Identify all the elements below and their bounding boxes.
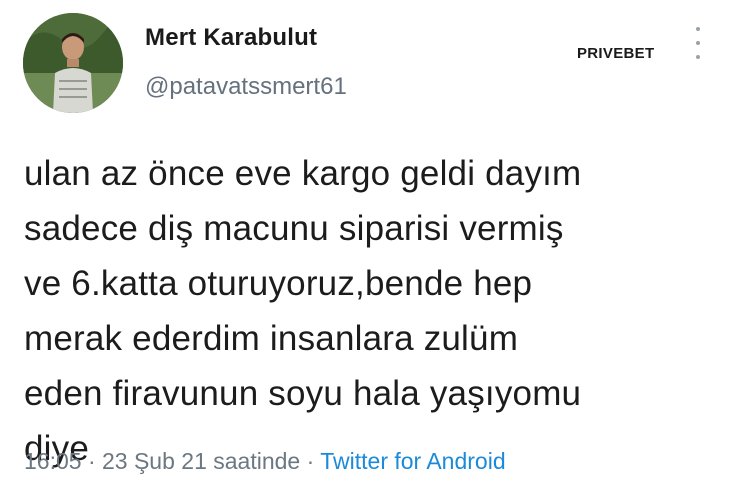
tweet-text: ulan az önce eve kargo geldi dayım sadec… [24, 146, 714, 476]
avatar[interactable] [23, 13, 123, 113]
watermark-logo: PRIVEBET [577, 45, 655, 62]
tweet-line: eden firavunun soyu hala yaşıyomu [24, 374, 582, 413]
user-handle[interactable]: @patavatssmert61 [145, 73, 347, 101]
tweet-meta: 16:05 · 23 Şub 21 saatinde · Twitter for… [24, 448, 506, 475]
menu-dot [696, 55, 700, 59]
tweet-line: ve 6.katta oturuyoruz,bende hep [24, 264, 533, 303]
tweet-line: ulan az önce eve kargo geldi dayım [24, 154, 582, 193]
more-vertical-icon[interactable] [690, 27, 706, 59]
menu-dot [696, 27, 700, 31]
user-photo-icon [23, 13, 123, 113]
tweet-timestamp[interactable]: 16:05 · 23 Şub 21 saatinde [24, 448, 300, 474]
menu-dot [696, 41, 700, 45]
tweet-line: merak ederdim insanlara zulüm [24, 319, 519, 358]
meta-separator: · [300, 448, 321, 474]
tweet-source-link[interactable]: Twitter for Android [320, 448, 505, 474]
display-name[interactable]: Mert Karabulut [145, 24, 317, 52]
tweet-line: sadece diş macunu siparisi vermiş [24, 209, 564, 248]
